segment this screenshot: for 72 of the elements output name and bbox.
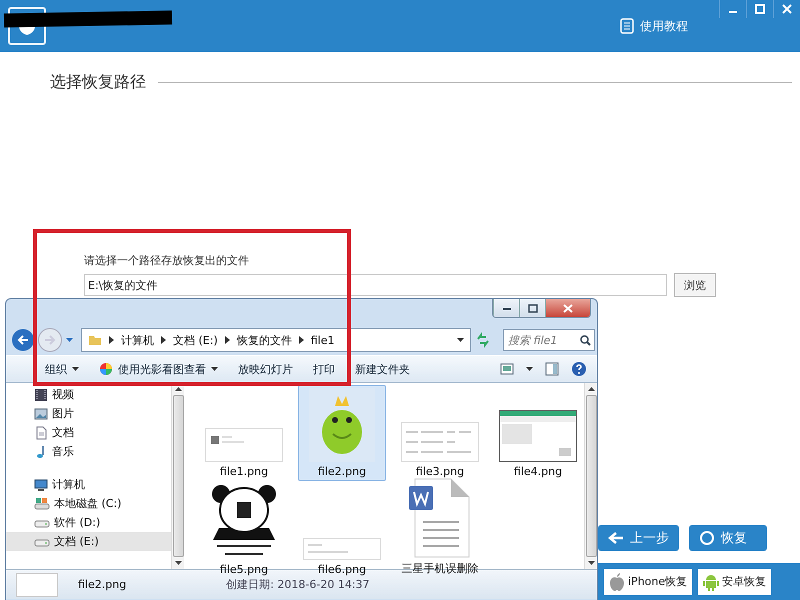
scroll-thumb[interactable]	[172, 395, 184, 557]
path-input-field[interactable]: E:\恢复的文件	[84, 274, 667, 296]
file-item[interactable]: 三星手机误删除	[396, 483, 484, 579]
android-recovery-button[interactable]: 安卓恢复	[698, 568, 772, 594]
file-item[interactable]: file2.png	[298, 385, 386, 481]
file-item[interactable]: file1.png	[200, 385, 288, 481]
tutorial-link[interactable]: 使用教程	[620, 18, 688, 34]
section-title: 选择恢复路径	[50, 72, 146, 93]
file-item[interactable]: file6.png	[298, 483, 386, 579]
file-thumbnail	[16, 572, 58, 596]
caret-icon	[72, 367, 79, 371]
chevron-icon	[224, 336, 230, 344]
sidebar-item[interactable]: 文档	[6, 423, 171, 442]
view-icon[interactable]	[500, 363, 514, 375]
sidebar-item[interactable]: 图片	[6, 404, 171, 423]
color-wheel-icon	[99, 362, 113, 376]
scrollbar[interactable]	[171, 383, 184, 569]
caret-icon[interactable]	[457, 338, 464, 342]
help-icon[interactable]	[571, 361, 587, 377]
sidebar-item[interactable]: 文档 (E:)	[6, 532, 171, 551]
sidebar-item[interactable]: 视频	[6, 385, 171, 404]
caret-icon[interactable]	[526, 367, 533, 371]
sidebar-item[interactable]: 计算机	[6, 475, 171, 494]
sidebar-item[interactable]: 音乐	[6, 442, 171, 461]
arrow-left-icon	[608, 531, 624, 545]
scrollbar[interactable]	[584, 383, 597, 569]
recover-button[interactable]: 恢复	[689, 525, 767, 551]
scroll-up-icon[interactable]	[174, 387, 182, 391]
breadcrumb-item[interactable]: file1	[310, 334, 335, 346]
chevron-icon	[109, 336, 114, 344]
breadcrumb-item[interactable]: 文档 (E:)	[173, 332, 218, 348]
scroll-down-icon[interactable]	[174, 561, 182, 565]
film-icon	[34, 388, 48, 402]
scroll-down-icon[interactable]	[588, 561, 594, 565]
scroll-up-icon[interactable]	[588, 387, 594, 391]
scroll-thumb[interactable]	[586, 395, 596, 557]
close-icon[interactable]	[545, 299, 590, 317]
chevron-icon	[161, 336, 166, 344]
toolbar-button[interactable]: 打印	[308, 361, 340, 377]
toolbar-button[interactable]: 放映幻灯片	[233, 361, 298, 377]
document-icon	[34, 426, 48, 440]
sidebar-item[interactable]: 本地磁盘 (C:)	[6, 494, 171, 513]
browse-button[interactable]: 浏览	[674, 273, 716, 297]
sidebar-item[interactable]: 软件 (D:)	[6, 513, 171, 532]
file-item[interactable]: file3.png	[396, 385, 484, 481]
folder-icon	[88, 334, 102, 346]
caret-icon	[211, 367, 218, 371]
drive-icon	[34, 496, 50, 510]
file-item[interactable]: file4.png	[494, 385, 582, 481]
chevron-icon	[298, 336, 304, 344]
document-icon	[620, 18, 634, 34]
file-item[interactable]: file5.png	[200, 483, 288, 579]
selected-file-name: file2.png	[78, 578, 126, 591]
picture-icon	[34, 406, 48, 420]
search-field[interactable]: 搜索 file1	[503, 329, 595, 351]
toolbar-button[interactable]: 新建文件夹	[350, 361, 415, 377]
breadcrumb-item[interactable]: 恢复的文件	[236, 332, 292, 348]
restore-icon[interactable]	[519, 299, 545, 317]
toolbar-button[interactable]: 组织	[40, 361, 84, 377]
iphone-recovery-button[interactable]: iPhone恢复	[604, 568, 692, 594]
preview-pane-icon[interactable]	[545, 362, 559, 376]
wps-document-icon	[409, 478, 471, 558]
address-bar[interactable]: 计算机 文档 (E:) 恢复的文件 file1	[81, 328, 471, 352]
path-label: 请选择一个路径存放恢复出的文件	[84, 253, 249, 268]
back-button[interactable]: 上一步	[598, 525, 679, 551]
breadcrumb-item[interactable]: 计算机	[121, 332, 154, 348]
android-icon	[703, 572, 720, 590]
toolbar-button[interactable]: 使用光影看图查看	[94, 361, 223, 377]
computer-icon	[34, 478, 48, 492]
created-date: 创建日期: 2018-6-20 14:37	[226, 577, 370, 592]
minimize-icon[interactable]	[493, 299, 519, 317]
apple-icon	[609, 572, 625, 590]
